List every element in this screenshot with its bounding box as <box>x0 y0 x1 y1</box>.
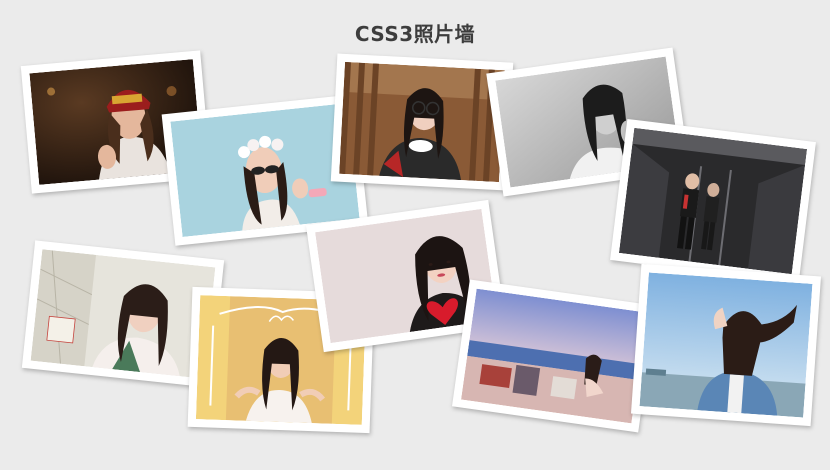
photo-wall <box>0 0 830 470</box>
photo-denim-jacket <box>639 272 813 418</box>
photo-seaside-lounge <box>461 288 647 424</box>
photo-card-street-outfit[interactable] <box>610 118 816 284</box>
photo-glasses-tea <box>339 61 505 183</box>
photo-window-calendar <box>30 249 216 379</box>
photo-card-denim-jacket[interactable] <box>630 263 822 427</box>
photo-card-seaside-lounge[interactable] <box>452 279 656 433</box>
photo-street-outfit <box>618 127 808 275</box>
